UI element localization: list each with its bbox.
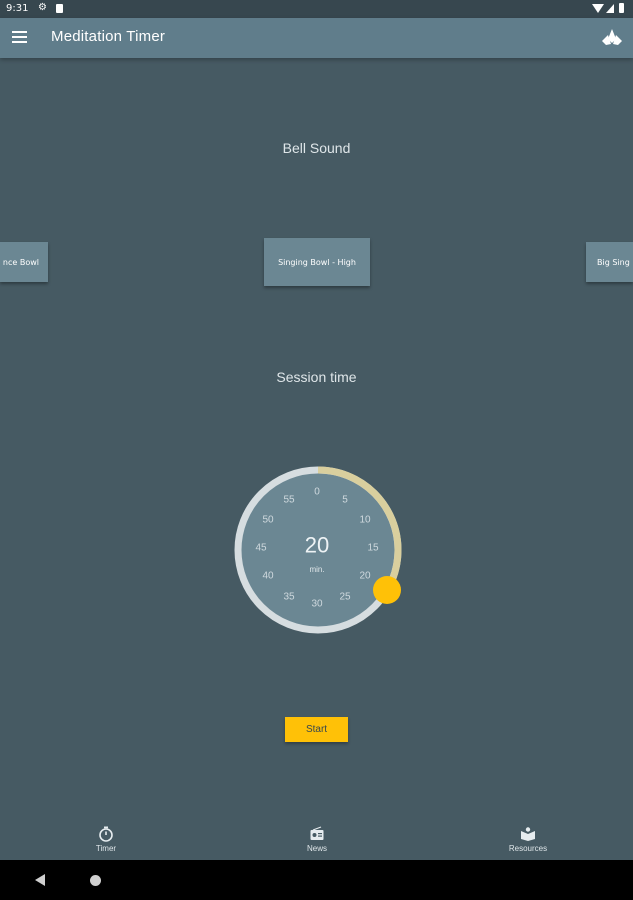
nav-item-resources[interactable]: Resources: [493, 826, 563, 853]
start-button[interactable]: Start: [285, 717, 348, 742]
bell-option-label: Singing Bowl - High: [278, 257, 356, 267]
book-icon: [521, 827, 535, 841]
home-icon[interactable]: [90, 875, 101, 886]
bell-option-card[interactable]: nce Bowl: [0, 242, 48, 282]
nav-label: Resources: [508, 844, 548, 853]
bell-option-label: nce Bowl: [2, 257, 39, 267]
dial-tick-label: 10: [359, 514, 371, 526]
page-title: Meditation Timer: [51, 28, 166, 45]
battery-icon: [619, 3, 624, 13]
status-bar: 9:31 ⚙: [0, 0, 633, 18]
stopwatch-icon: [99, 826, 113, 842]
session-time-dial[interactable]: 0 5 10 15 20 25 30 35 40 45 50 55 20 min…: [232, 464, 404, 636]
dial-tick-label: 30: [311, 598, 323, 610]
lotus-icon[interactable]: [600, 27, 624, 47]
dial-tick-label: 55: [283, 494, 295, 506]
gear-icon: ⚙: [38, 2, 47, 13]
wifi-icon: [592, 4, 604, 13]
dial-tick-label: 15: [367, 542, 379, 554]
signal-icon: [606, 4, 614, 13]
dial-tick-label: 50: [262, 514, 274, 526]
status-time: 9:31: [6, 3, 29, 14]
dial-tick-label: 45: [255, 542, 267, 554]
bell-option-card-selected[interactable]: Singing Bowl - High: [264, 238, 370, 286]
dial-tick-label: 35: [283, 591, 295, 603]
nav-item-news[interactable]: News: [282, 826, 352, 853]
menu-icon[interactable]: [12, 31, 27, 43]
bell-option-label: Big Sing: [597, 257, 630, 267]
dial-tick-label: 25: [339, 591, 351, 603]
session-time-unit: min.: [309, 565, 325, 574]
nav-label: Timer: [95, 844, 117, 853]
bottom-nav: Timer News Resources: [0, 818, 633, 860]
sd-card-icon: [56, 4, 63, 13]
bell-option-card[interactable]: Big Sing: [586, 242, 633, 282]
dial-tick-label: 5: [342, 494, 348, 506]
radio-icon: [310, 826, 324, 840]
app-bar: Meditation Timer: [0, 18, 633, 58]
dial-tick-label: 0: [314, 486, 320, 498]
dial-tick-label: 40: [262, 570, 274, 582]
dial-tick-label: 20: [359, 570, 371, 582]
session-time-title: Session time: [276, 369, 357, 385]
session-time-value: 20: [304, 532, 330, 558]
nav-label: News: [306, 844, 327, 853]
back-icon[interactable]: [35, 874, 45, 886]
bell-sound-title: Bell Sound: [282, 140, 351, 156]
system-nav-bar: [0, 860, 633, 900]
nav-item-timer[interactable]: Timer: [71, 826, 141, 853]
